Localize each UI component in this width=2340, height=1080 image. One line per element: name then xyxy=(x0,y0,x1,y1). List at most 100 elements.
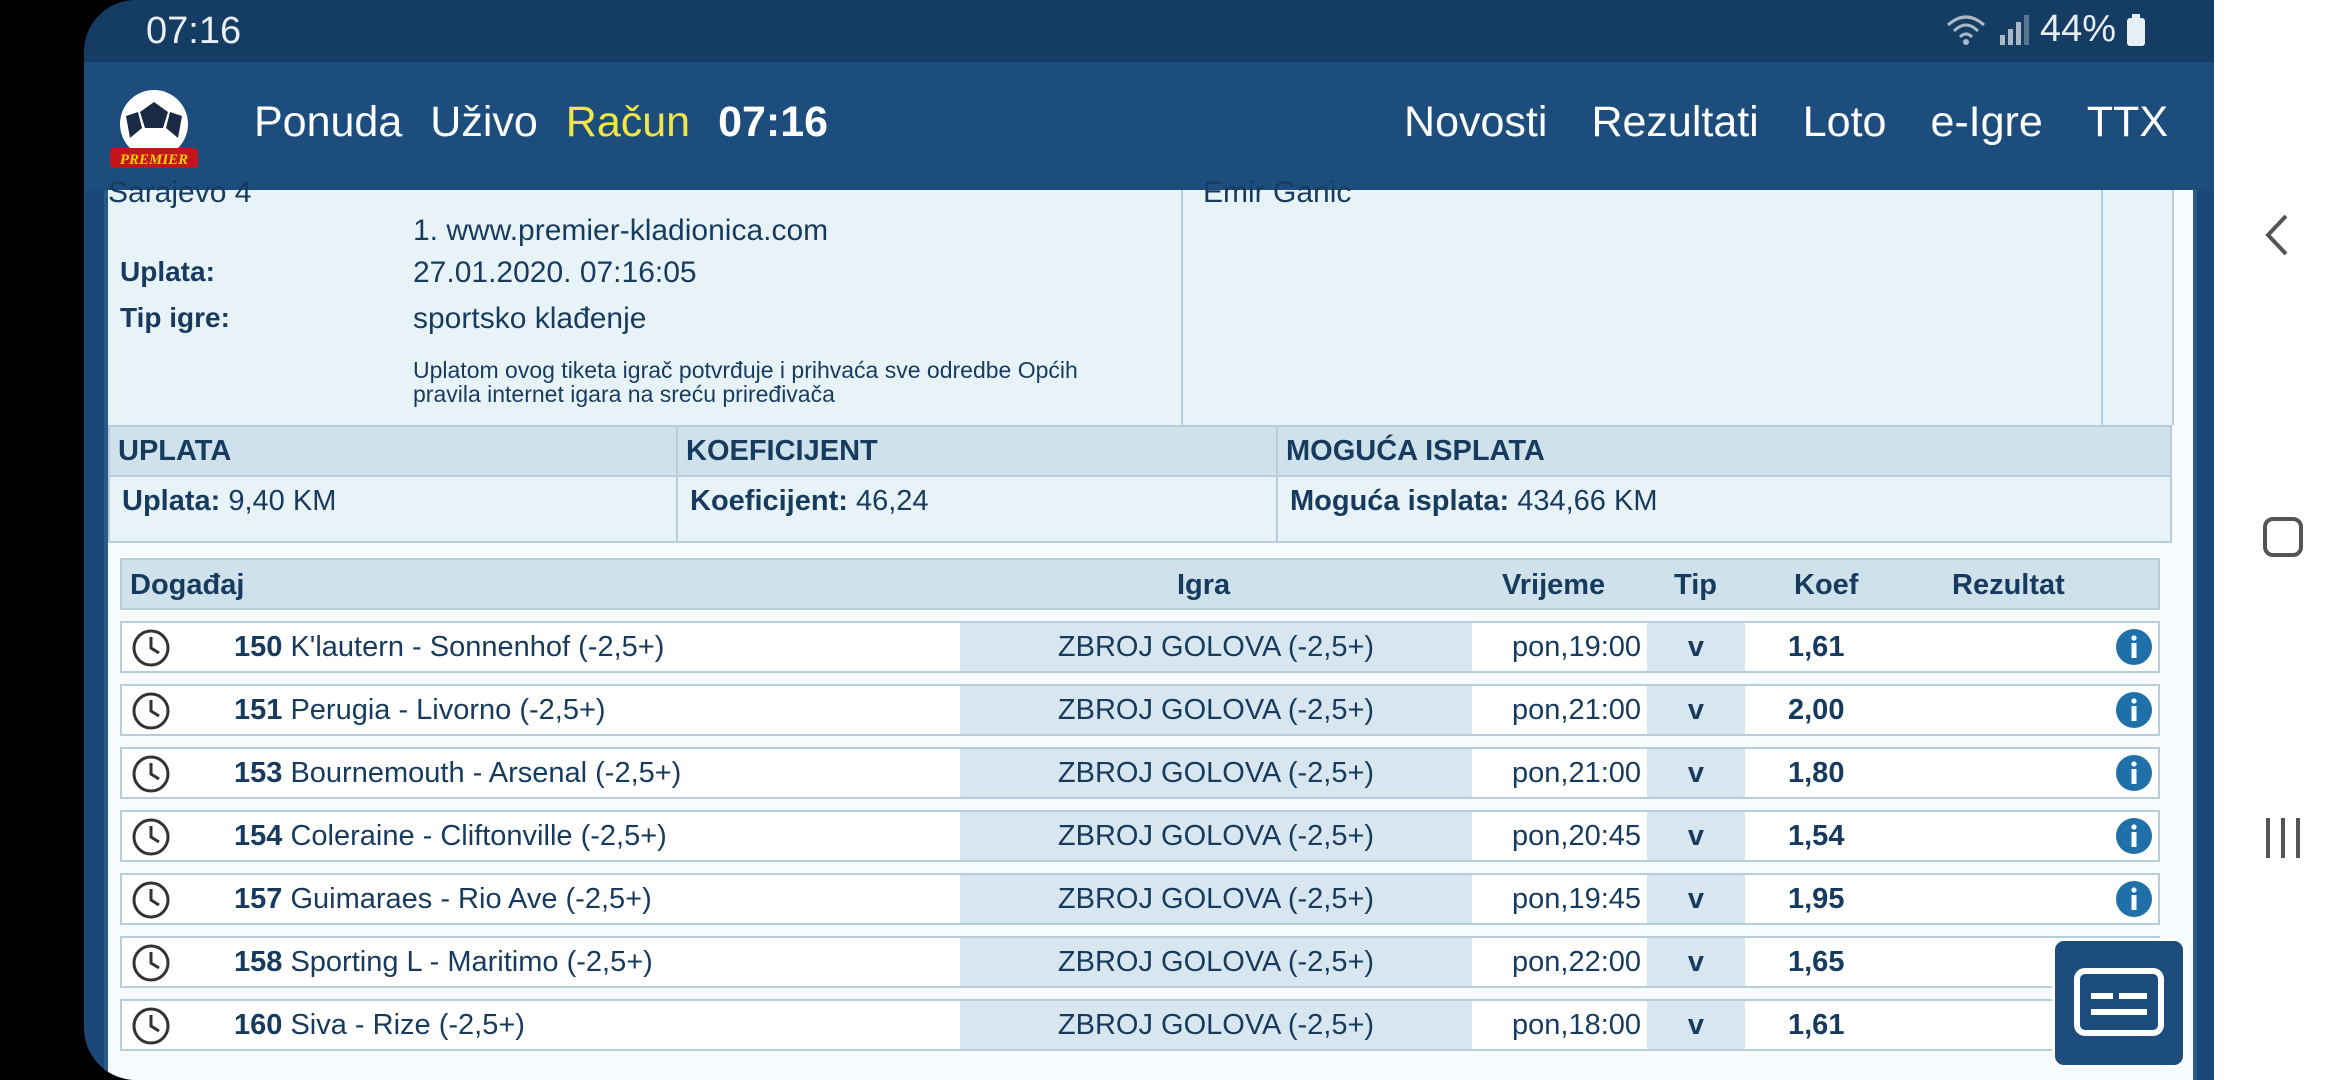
row-event[interactable]: 158 Sporting L - Maritimo (-2,5+) xyxy=(234,946,653,979)
header-time: Vrijeme xyxy=(1502,569,1606,601)
row-event-name: Perugia - Livorno (-2,5+) xyxy=(290,694,606,726)
back-icon[interactable] xyxy=(2262,212,2292,258)
row-event-number: 150 xyxy=(234,631,283,663)
header-result: Rezultat xyxy=(1952,569,2065,601)
summary-uplata: UPLATA Uplata: 9,40 KM xyxy=(108,425,678,543)
row-game: ZBROJ GOLOVA (-2,5+) xyxy=(960,749,1472,797)
subtitles-icon xyxy=(2074,968,2164,1036)
row-game: ZBROJ GOLOVA (-2,5+) xyxy=(960,938,1472,986)
signal-icon xyxy=(1999,14,2029,45)
table-row[interactable]: 157 Guimaraes - Rio Ave (-2,5+) ZBROJ GOL… xyxy=(120,873,2160,925)
nav-racun[interactable]: Račun xyxy=(566,98,690,147)
summary-uplata-label: Uplata: xyxy=(122,485,221,517)
summary-koeficijent-amount: 46,24 xyxy=(855,485,929,517)
clock-icon xyxy=(132,818,170,856)
row-event[interactable]: 154 Coleraine - Cliftonville (-2,5+) xyxy=(234,820,667,853)
summary-isplata-amount: 434,66 KM xyxy=(1517,485,1658,517)
row-event[interactable]: 153 Bournemouth - Arsenal (-2,5+) xyxy=(234,757,681,790)
row-time: pon,19:45 xyxy=(1512,883,1642,915)
content-area[interactable]: Sarajevo 4 Emir Ganic 1. www.premier-kla… xyxy=(104,176,2197,1080)
table-row[interactable]: 153 Bournemouth - Arsenal (-2,5+) ZBROJ G… xyxy=(120,747,2160,799)
table-row[interactable]: 154 Coleraine - Cliftonville (-2,5+) ZBRO… xyxy=(120,810,2160,862)
row-event[interactable]: 151 Perugia - Livorno (-2,5+) xyxy=(234,694,606,727)
summary-isplata-label: Moguća isplata: xyxy=(1290,485,1510,517)
row-event-name: Guimaraes - Rio Ave (-2,5+) xyxy=(290,883,652,915)
nav-uzivo[interactable]: Uživo xyxy=(430,98,538,147)
row-time: pon,22:00 xyxy=(1512,946,1642,978)
site-url: 1. www.premier-kladionica.com xyxy=(413,214,829,247)
svg-text:PREMIER: PREMIER xyxy=(120,152,188,168)
subtitles-button[interactable] xyxy=(2052,938,2186,1068)
row-koef: 1,61 xyxy=(1788,1009,1845,1041)
row-tip: v xyxy=(1647,1001,1745,1049)
summary-koeficijent-label: Koeficijent: xyxy=(690,485,848,517)
nav-loto[interactable]: Loto xyxy=(1803,98,1887,147)
row-time: pon,21:00 xyxy=(1512,757,1642,789)
nav-rezultati[interactable]: Rezultati xyxy=(1591,98,1758,147)
row-event-name: Siva - Rize (-2,5+) xyxy=(290,1009,525,1041)
clock-icon xyxy=(132,881,170,919)
row-koef: 1,95 xyxy=(1788,883,1845,915)
player-name: Emir Ganic xyxy=(1203,176,1352,209)
row-event-number: 151 xyxy=(234,694,283,726)
row-event[interactable]: 150 K'lautern - Sonnenhof (-2,5+) xyxy=(234,631,664,664)
row-koef: 1,54 xyxy=(1788,820,1845,852)
row-event-number: 153 xyxy=(234,757,283,789)
row-tip: v xyxy=(1647,875,1745,923)
battery-icon xyxy=(2127,13,2145,46)
row-time: pon,18:00 xyxy=(1512,1009,1642,1041)
row-game: ZBROJ GOLOVA (-2,5+) xyxy=(960,812,1472,860)
phone-screen: 07:16 44% PREMIER Ponuda Uživo Račun 07:… xyxy=(84,0,2214,1080)
disclaimer-text: Uplatom ovog tiketa igrač potvrđuje i pr… xyxy=(413,357,1078,407)
nav-clock: 07:16 xyxy=(718,98,829,146)
row-time: pon,20:45 xyxy=(1512,820,1642,852)
row-koef: 2,00 xyxy=(1788,694,1845,726)
summary-koeficijent-header: KOEFICIJENT xyxy=(678,427,1276,477)
nav-e-igre[interactable]: e-Igre xyxy=(1930,98,2042,147)
summary-uplata-value: Uplata: 9,40 KM xyxy=(122,485,336,518)
row-time: pon,19:00 xyxy=(1512,631,1642,663)
table-row[interactable]: 150 K'lautern - Sonnenhof (-2,5+) ZBROJ G… xyxy=(120,621,2160,673)
summary-uplata-amount: 9,40 KM xyxy=(228,485,337,517)
table-header: Događaj Igra Vrijeme Tip Koef Rezultat xyxy=(120,558,2160,610)
top-navbar: PREMIER Ponuda Uživo Račun 07:16 Novosti… xyxy=(84,62,2214,190)
row-event-number: 157 xyxy=(234,883,283,915)
row-tip: v xyxy=(1647,938,1745,986)
nav-ttx[interactable]: TTX xyxy=(2087,98,2168,147)
info-icon[interactable] xyxy=(2114,816,2154,856)
row-event-name: Sporting L - Maritimo (-2,5+) xyxy=(290,946,653,978)
nav-ponuda[interactable]: Ponuda xyxy=(254,98,402,147)
header-event: Događaj xyxy=(130,569,245,601)
info-divider xyxy=(1181,190,1183,425)
status-time: 07:16 xyxy=(146,10,242,52)
info-icon[interactable] xyxy=(2114,627,2154,667)
row-tip: v xyxy=(1647,623,1745,671)
tip-igre-label: Tip igre: xyxy=(120,302,230,333)
summary-koeficijent-value: Koeficijent: 46,24 xyxy=(690,485,929,518)
info-icon[interactable] xyxy=(2114,690,2154,730)
row-event[interactable]: 157 Guimaraes - Rio Ave (-2,5+) xyxy=(234,883,652,916)
status-right: 44% xyxy=(1946,8,2146,51)
table-body: 150 K'lautern - Sonnenhof (-2,5+) ZBROJ G… xyxy=(120,621,2160,1051)
header-game: Igra xyxy=(1177,569,1231,601)
table-row[interactable]: 151 Perugia - Livorno (-2,5+) ZBROJ GOLOV… xyxy=(120,684,2160,736)
info-icon[interactable] xyxy=(2114,753,2154,793)
bets-table: Događaj Igra Vrijeme Tip Koef Rezultat 1… xyxy=(120,558,2160,1051)
clock-icon xyxy=(132,1007,170,1045)
nav-novosti[interactable]: Novosti xyxy=(1404,98,1547,147)
tip-igre-value: sportsko klađenje xyxy=(413,302,647,335)
system-nav-bar xyxy=(2214,0,2340,1080)
row-event-number: 158 xyxy=(234,946,283,978)
ticket-panel: Sarajevo 4 Emir Ganic 1. www.premier-kla… xyxy=(104,176,2197,1080)
table-row[interactable]: 160 Siva - Rize (-2,5+) ZBROJ GOLOVA (-2,… xyxy=(120,999,2160,1051)
row-tip: v xyxy=(1647,686,1745,734)
info-icon[interactable] xyxy=(2114,879,2154,919)
row-tip: v xyxy=(1647,749,1745,797)
home-icon[interactable] xyxy=(2262,516,2304,558)
table-row[interactable]: 158 Sporting L - Maritimo (-2,5+) ZBROJ G… xyxy=(120,936,2160,988)
row-koef: 1,61 xyxy=(1788,631,1845,663)
row-event[interactable]: 160 Siva - Rize (-2,5+) xyxy=(234,1009,525,1042)
uplata-date-label: Uplata: xyxy=(120,256,215,287)
premier-logo[interactable]: PREMIER xyxy=(108,84,200,174)
recents-icon[interactable] xyxy=(2262,816,2304,860)
